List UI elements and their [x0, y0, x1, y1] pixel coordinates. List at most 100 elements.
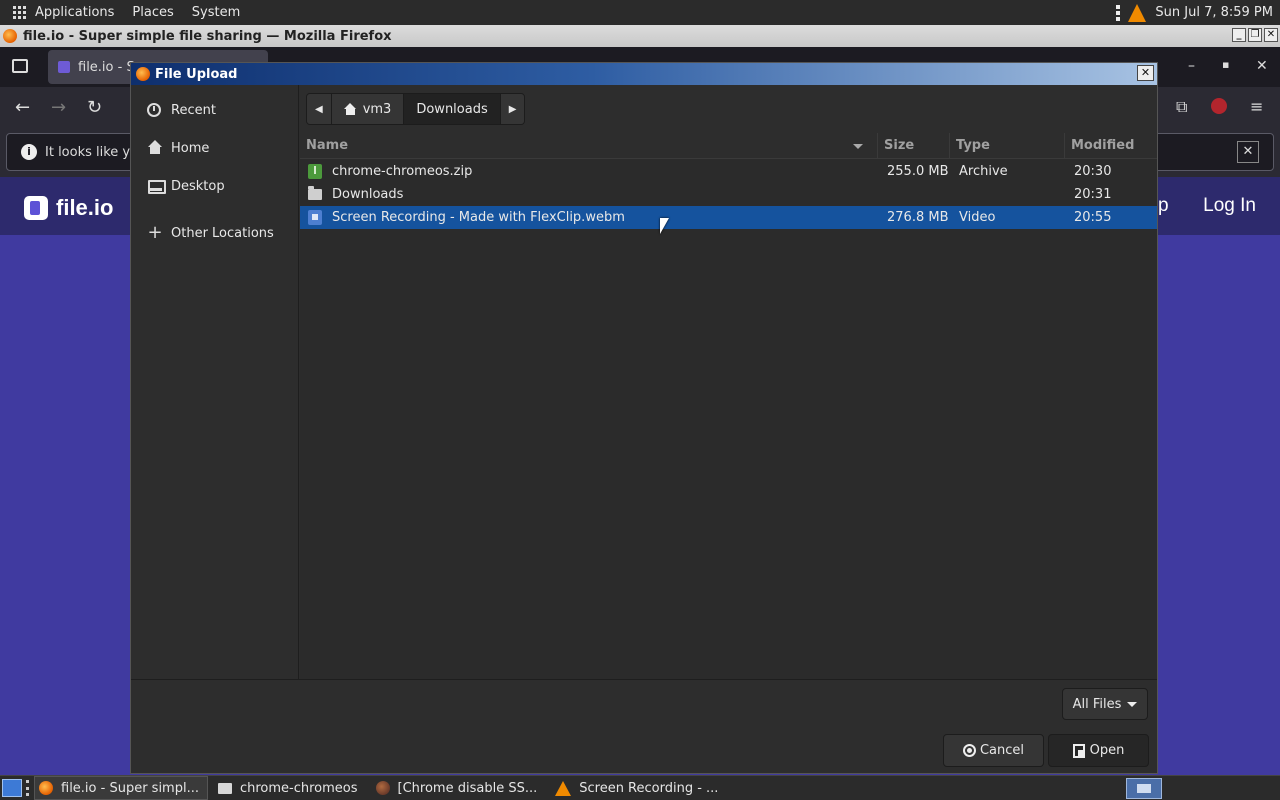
top-panel: Applications Places System Sun Jul 7, 8:… [0, 0, 1280, 25]
taskbar-item-folder[interactable]: chrome-chromeos [214, 776, 366, 800]
column-size[interactable]: Size [878, 133, 950, 159]
file-row[interactable]: Downloads 20:31 [300, 183, 1157, 206]
cancel-icon [962, 744, 976, 757]
path-back-button[interactable]: ◀ [307, 94, 332, 124]
places-sidebar: Recent Home Desktop + Other Locations [131, 85, 299, 679]
ff-restore-icon[interactable]: ▪ [1222, 58, 1229, 71]
sidebar-item-recent[interactable]: Recent [147, 99, 216, 121]
dialog-firefox-icon [136, 67, 150, 81]
menu-applications[interactable]: Applications [35, 5, 114, 20]
site-nav-partial[interactable]: p [1158, 195, 1169, 217]
folder-icon [217, 782, 232, 794]
sidebar-item-home[interactable]: Home [147, 137, 209, 159]
firefox-icon [375, 781, 390, 795]
reload-icon[interactable]: ↻ [87, 97, 102, 118]
close-window-button[interactable]: ✕ [1264, 28, 1278, 42]
taskbar-item-label: file.io - Super simpl... [61, 780, 199, 796]
taskbar-item-vlc[interactable]: Screen Recording - ... [551, 776, 726, 800]
forward-arrow-icon[interactable]: → [51, 97, 66, 118]
notice-close-button[interactable]: ✕ [1237, 141, 1259, 163]
dialog-close-button[interactable]: ✕ [1137, 65, 1154, 81]
dialog-action-area: All Files Cancel Open [131, 679, 1157, 773]
panel-clock[interactable]: Sun Jul 7, 8:59 PM [1155, 5, 1273, 20]
file-chooser-main: ◀ vm3 Downloads ▶ Name Size Type Modifie… [300, 85, 1157, 679]
file-modified: 20:31 [1074, 187, 1112, 202]
firefox-titlebar: file.io - Super simple file sharing — Mo… [0, 25, 1280, 47]
file-name: Screen Recording - Made with FlexClip.we… [332, 210, 625, 225]
path-bar: ◀ vm3 Downloads ▶ [306, 93, 526, 125]
path-home-label: vm3 [362, 101, 392, 117]
file-row[interactable]: chrome-chromeos.zip 255.0 MB Archive 20:… [300, 160, 1157, 183]
ff-minimize-icon[interactable]: – [1188, 58, 1195, 74]
extensions-icon[interactable]: ⧉ [1176, 97, 1187, 117]
maximize-button[interactable]: ❐ [1248, 28, 1262, 42]
sidebar-item-other-locations[interactable]: + Other Locations [147, 222, 273, 244]
file-filter-dropdown[interactable]: All Files [1062, 688, 1148, 720]
column-header-row: Name Size Type Modified [300, 133, 1157, 159]
open-button[interactable]: Open [1048, 734, 1149, 767]
ublock-icon[interactable] [1211, 98, 1227, 114]
zip-icon [308, 164, 322, 179]
open-label: Open [1089, 743, 1125, 758]
site-login-link[interactable]: Log In [1203, 195, 1256, 217]
firefox-window-title: file.io - Super simple file sharing — Mo… [23, 28, 392, 44]
file-type: Archive [959, 164, 1008, 179]
notice-text: It looks like yo [45, 144, 139, 160]
info-icon: i [21, 144, 37, 160]
sidebar-item-label: Desktop [171, 178, 225, 194]
menu-hamburger-icon[interactable]: ≡ [1250, 97, 1263, 116]
taskbar-item-chrome[interactable]: [Chrome disable SS... [372, 776, 546, 800]
plus-icon: + [147, 222, 163, 243]
column-modified[interactable]: Modified [1065, 133, 1157, 159]
taskbar-item-firefox[interactable]: file.io - Super simpl... [34, 776, 208, 800]
menu-system[interactable]: System [192, 5, 240, 20]
desktop-icon [147, 178, 166, 194]
sort-descending-icon [853, 144, 863, 149]
sidebar-item-label: Recent [171, 102, 216, 118]
menu-places[interactable]: Places [132, 5, 173, 20]
file-size: 276.8 MB [887, 210, 949, 225]
home-icon [147, 140, 163, 156]
site-logo[interactable]: file.io [24, 195, 113, 221]
file-row-selected[interactable]: Screen Recording - Made with FlexClip.we… [300, 206, 1157, 229]
minimize-button[interactable]: _ [1232, 28, 1246, 42]
video-icon [308, 210, 322, 225]
sidebar-item-desktop[interactable]: Desktop [147, 175, 225, 197]
file-name: chrome-chromeos.zip [332, 164, 473, 179]
ff-close-icon[interactable]: ✕ [1256, 58, 1268, 74]
cancel-label: Cancel [979, 743, 1025, 758]
vlc-tray-icon[interactable] [1128, 3, 1147, 22]
taskbar-item-label: chrome-chromeos [239, 780, 358, 796]
clock-icon [147, 103, 161, 117]
column-name-label: Name [306, 138, 349, 153]
file-modified: 20:55 [1074, 210, 1112, 225]
file-type: Video [959, 210, 996, 225]
taskbar-item-label: [Chrome disable SS... [397, 780, 538, 796]
path-home-button[interactable]: vm3 [331, 94, 405, 124]
file-name: Downloads [332, 187, 404, 202]
dialog-titlebar: File Upload ✕ [131, 63, 1157, 85]
dialog-title: File Upload [155, 66, 238, 82]
mouse-cursor-icon [660, 218, 669, 234]
file-upload-dialog: File Upload ✕ Recent Home Desktop + Othe… [130, 62, 1158, 774]
fileio-logo-icon [24, 196, 48, 220]
path-current-button[interactable]: Downloads [404, 94, 501, 124]
apps-grid-icon[interactable] [13, 5, 27, 20]
vlc-icon [555, 780, 572, 796]
home-icon [343, 103, 357, 115]
column-type[interactable]: Type [950, 133, 1065, 159]
column-name[interactable]: Name [300, 133, 878, 159]
file-filter-label: All Files [1072, 696, 1122, 712]
open-icon [1072, 743, 1085, 758]
cancel-button[interactable]: Cancel [943, 734, 1044, 767]
firefox-icon [3, 29, 17, 43]
back-arrow-icon[interactable]: ← [15, 97, 30, 118]
workspace-switcher[interactable] [1126, 778, 1162, 799]
taskbar-item-label: Screen Recording - ... [579, 780, 719, 796]
path-forward-button[interactable]: ▶ [500, 94, 525, 124]
show-desktop-button[interactable] [2, 779, 22, 797]
file-size: 255.0 MB [887, 164, 949, 179]
sidebar-item-label: Home [171, 140, 210, 156]
firefox-icon [39, 781, 53, 795]
tab-list-icon[interactable] [12, 59, 28, 73]
